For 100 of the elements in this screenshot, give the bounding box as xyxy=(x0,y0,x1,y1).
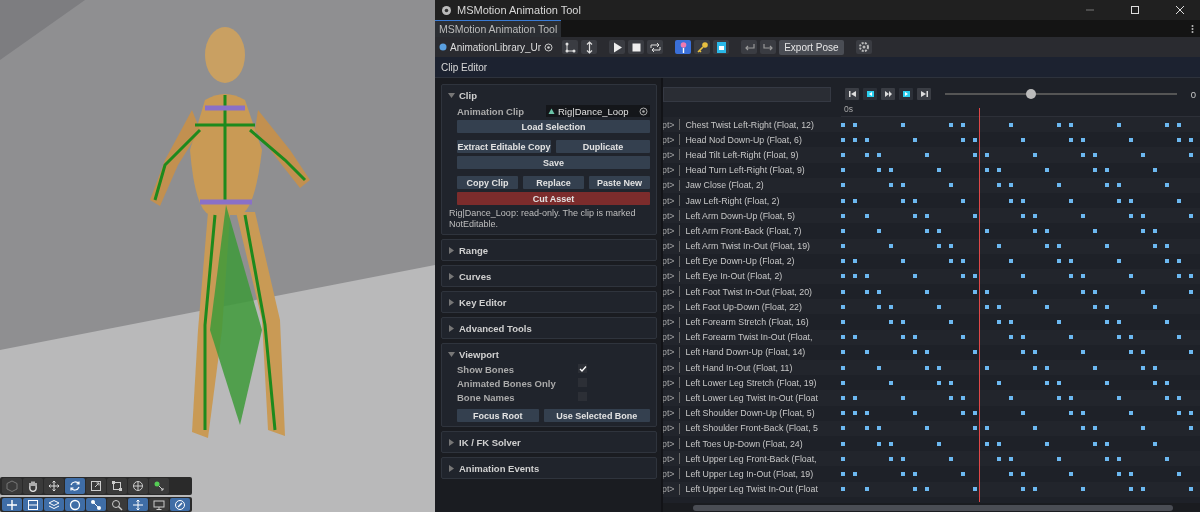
toolbar-button[interactable] xyxy=(628,40,645,54)
collapse-arrow-icon[interactable] xyxy=(448,91,455,99)
tab[interactable]: MSMotion Animation Tool xyxy=(435,20,562,37)
tool-button[interactable] xyxy=(86,478,106,494)
clip-field[interactable]: Rig|Dance_Loop xyxy=(546,105,650,117)
more-menu-icon[interactable] xyxy=(1191,24,1194,34)
clip-action-button[interactable]: Extract Editable Copy xyxy=(457,140,551,153)
section-header[interactable]: Clip xyxy=(459,89,477,101)
keyframe-track[interactable] xyxy=(841,426,1193,431)
curve-name[interactable]: Left Foot Twist In-Out (Float, 20) xyxy=(685,286,812,297)
transport-button[interactable] xyxy=(899,88,913,100)
section-header[interactable]: Key Editor xyxy=(459,296,507,308)
maximize-icon[interactable] xyxy=(1130,5,1140,15)
tool-button[interactable] xyxy=(107,498,127,511)
target-icon[interactable] xyxy=(639,106,648,116)
curve-name[interactable]: Jaw Close (Float, 2) xyxy=(685,180,764,191)
transport-button[interactable] xyxy=(917,88,931,100)
toolbar-button[interactable] xyxy=(647,40,664,54)
close-icon[interactable] xyxy=(1175,5,1185,15)
toolbar-button[interactable] xyxy=(562,40,579,54)
section-header[interactable]: Viewport xyxy=(459,348,499,360)
tool-button[interactable] xyxy=(86,498,106,511)
asset-field[interactable]: AnimationLibrary_Ur xyxy=(439,41,554,53)
section-header[interactable]: Advanced Tools xyxy=(459,322,532,334)
checkbox[interactable] xyxy=(578,364,587,373)
clip-action-button[interactable]: Load Selection xyxy=(457,120,650,133)
tool-button[interactable] xyxy=(149,498,169,511)
tool-button[interactable] xyxy=(65,478,85,494)
section-header[interactable]: Range xyxy=(459,244,489,256)
clip-action-button[interactable]: Duplicate xyxy=(556,140,650,153)
toolbar-button[interactable] xyxy=(609,40,626,54)
clip-action-button[interactable]: Copy Clip xyxy=(457,176,518,189)
curve-name[interactable]: Left Forearm Twist In-Out (Float, xyxy=(685,332,813,343)
tool-button[interactable] xyxy=(44,498,64,511)
transport-button[interactable] xyxy=(845,88,859,100)
keyframe-track[interactable] xyxy=(841,487,1193,492)
expand-arrow-icon[interactable] xyxy=(448,324,455,332)
toolbar-button[interactable] xyxy=(694,40,711,54)
export-pose-button[interactable]: Export Pose xyxy=(779,39,844,55)
curve-name[interactable]: Head Nod Down-Up (Float, 6) xyxy=(685,134,802,145)
curve-name[interactable]: Left Toes Up-Down (Float, 24) xyxy=(685,438,803,449)
keyframe-track[interactable] xyxy=(841,350,1193,355)
tool-button[interactable] xyxy=(44,478,64,494)
toolbar-button[interactable] xyxy=(713,40,730,54)
curve-name[interactable]: Left Eye In-Out (Float, 2) xyxy=(685,271,783,282)
curve-name[interactable]: Left Upper Leg Front-Back (Float, xyxy=(685,453,817,464)
curve-name[interactable]: Left Forearm Stretch (Float, 16) xyxy=(685,317,809,328)
curve-name[interactable]: Left Lower Leg Stretch (Float, 19) xyxy=(685,377,817,388)
tool-button[interactable] xyxy=(170,498,190,511)
curve-name[interactable]: Jaw Left-Right (Float, 2) xyxy=(685,195,780,206)
curve-name[interactable]: Left Shoulder Front-Back (Float, 5 xyxy=(685,423,818,434)
toolbar-button[interactable] xyxy=(675,40,692,54)
viewport-button[interactable]: Focus Root xyxy=(457,409,539,422)
section-header[interactable]: IK / FK Solver xyxy=(459,436,521,448)
curve-name[interactable]: Left Arm Twist In-Out (Float, 19) xyxy=(685,241,810,252)
toolbar-button[interactable] xyxy=(581,40,598,54)
expand-arrow-icon[interactable] xyxy=(448,246,455,254)
clip-action-button[interactable]: Paste New xyxy=(589,176,650,189)
collapse-arrow-icon[interactable] xyxy=(448,350,455,358)
keyframe-track[interactable] xyxy=(841,137,1193,142)
curve-name[interactable]: Left Upper Leg In-Out (Float, 19) xyxy=(685,468,814,479)
section-header[interactable]: Curves xyxy=(459,270,492,282)
curve-name[interactable]: Left Shoulder Down-Up (Float, 5) xyxy=(685,408,815,419)
settings-button[interactable] xyxy=(855,40,872,54)
clip-action-button[interactable]: Cut Asset xyxy=(457,192,650,205)
expand-arrow-icon[interactable] xyxy=(448,464,455,472)
curve-name[interactable]: Head Tilt Left-Right (Float, 9) xyxy=(685,149,799,160)
target-icon[interactable] xyxy=(544,42,554,52)
curve-name[interactable]: Left Foot Up-Down (Float, 22) xyxy=(685,301,802,312)
search-field[interactable] xyxy=(663,86,831,102)
expand-arrow-icon[interactable] xyxy=(448,438,455,446)
curve-name[interactable]: Left Hand Down-Up (Float, 14) xyxy=(685,347,806,358)
transport-button[interactable] xyxy=(863,88,877,100)
tool-button[interactable] xyxy=(128,498,148,511)
viewport-button[interactable]: Use Selected Bone xyxy=(543,409,650,422)
curve-name[interactable]: Head Turn Left-Right (Float, 9) xyxy=(685,165,805,176)
tool-button[interactable] xyxy=(2,498,22,511)
curve-name[interactable]: Left Eye Down-Up (Float, 2) xyxy=(685,256,795,267)
curve-name[interactable]: Left Lower Leg Twist In-Out (Float xyxy=(685,392,818,403)
keyframe-track[interactable] xyxy=(841,411,1193,416)
curve-name[interactable]: Left Arm Down-Up (Float, 5) xyxy=(685,210,795,221)
keyframe-track[interactable] xyxy=(841,152,1193,157)
tool-button[interactable] xyxy=(149,478,169,494)
clip-action-button[interactable]: Replace xyxy=(523,176,584,189)
scrollbar-thumb[interactable] xyxy=(693,504,1173,511)
keyframe-track[interactable] xyxy=(841,289,1193,294)
curve-name[interactable]: Chest Twist Left-Right (Float, 12) xyxy=(685,119,814,130)
expand-arrow-icon[interactable] xyxy=(448,272,455,280)
transport-button[interactable] xyxy=(881,88,895,100)
tool-button[interactable] xyxy=(23,478,43,494)
curve-name[interactable]: Left Upper Leg Twist In-Out (Float xyxy=(685,484,818,495)
slider-thumb[interactable] xyxy=(1025,89,1036,99)
keyframe-track[interactable] xyxy=(841,274,1193,279)
tool-button[interactable] xyxy=(128,478,148,494)
tool-button[interactable] xyxy=(23,498,43,511)
curve-name[interactable]: Left Arm Front-Back (Float, 7) xyxy=(685,225,802,236)
keyframe-track[interactable] xyxy=(841,213,1193,218)
tool-button[interactable] xyxy=(65,498,85,511)
expand-arrow-icon[interactable] xyxy=(448,298,455,306)
curve-name[interactable]: Left Hand In-Out (Float, 11) xyxy=(685,362,793,373)
